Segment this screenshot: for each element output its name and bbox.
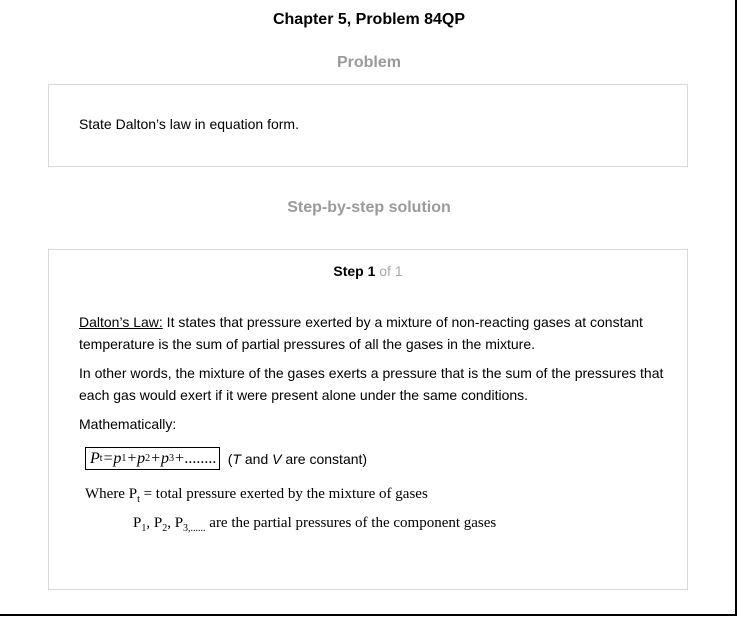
pp-sep2: , — [167, 515, 175, 531]
equation-row: Pt = p1 + p2 + p3 + ........ (T and V ar… — [85, 446, 367, 471]
dalton-law-term: Dalton’s Law: — [79, 314, 163, 330]
eq-tail: ........ — [184, 449, 217, 467]
note-t: T — [232, 450, 241, 467]
step-total: of 1 — [379, 263, 403, 279]
constant-condition-note: (T and V are constant) — [228, 451, 367, 467]
eq-p1: p — [113, 449, 122, 467]
problem-heading: Problem — [336, 54, 401, 71]
dalton-law-text: It states that pressure exerted by a mix… — [79, 314, 643, 352]
partial-pressures-definition: P1, P2, P3,...... are the partial pressu… — [133, 515, 496, 534]
eq-total-pressure: P — [90, 449, 100, 467]
dalton-equation: Pt = p1 + p2 + p3 + ........ — [85, 447, 220, 470]
eq-p3: p — [160, 449, 169, 467]
pp-sub3: 3,...... — [183, 523, 206, 534]
eq-plus-1: + — [126, 449, 138, 467]
solution-card: Step 1 of 1 Dalton’s Law: It states that… — [48, 249, 688, 590]
where-prefix: Where P — [85, 486, 138, 502]
explanation-paragraph: In other words, the mixture of the gases… — [79, 365, 664, 403]
pp-text: are the partial pressures of the compone… — [205, 515, 497, 531]
step-indicator: Step 1 of 1 — [49, 263, 687, 279]
note-close: are constant) — [281, 450, 368, 467]
problem-card: State Dalton’s law in equation form. — [48, 84, 688, 167]
eq-p2: p — [137, 449, 146, 467]
step-number: Step 1 — [333, 263, 376, 279]
eq-plus-3: + — [173, 449, 185, 467]
pp-p2: P — [153, 515, 163, 531]
eq-plus-2: + — [150, 449, 161, 467]
dalton-law-definition: Dalton’s Law: It states that pressure ex… — [79, 311, 669, 355]
document-title: Chapter 5, Problem 84QP — [272, 11, 466, 28]
pp-p3: P — [174, 515, 184, 531]
where-text: = total pressure exerted by the mixture … — [139, 486, 428, 502]
eq-equals: = — [102, 449, 114, 467]
problem-text: State Dalton’s law in equation form. — [79, 116, 299, 132]
mathematically-label: Mathematically: — [79, 416, 177, 432]
total-pressure-definition: Where Pt = total pressure exerted by the… — [85, 486, 428, 505]
pp-sep1: , — [146, 515, 154, 531]
note-and: and — [240, 450, 273, 467]
solution-heading: Step-by-step solution — [287, 199, 451, 216]
